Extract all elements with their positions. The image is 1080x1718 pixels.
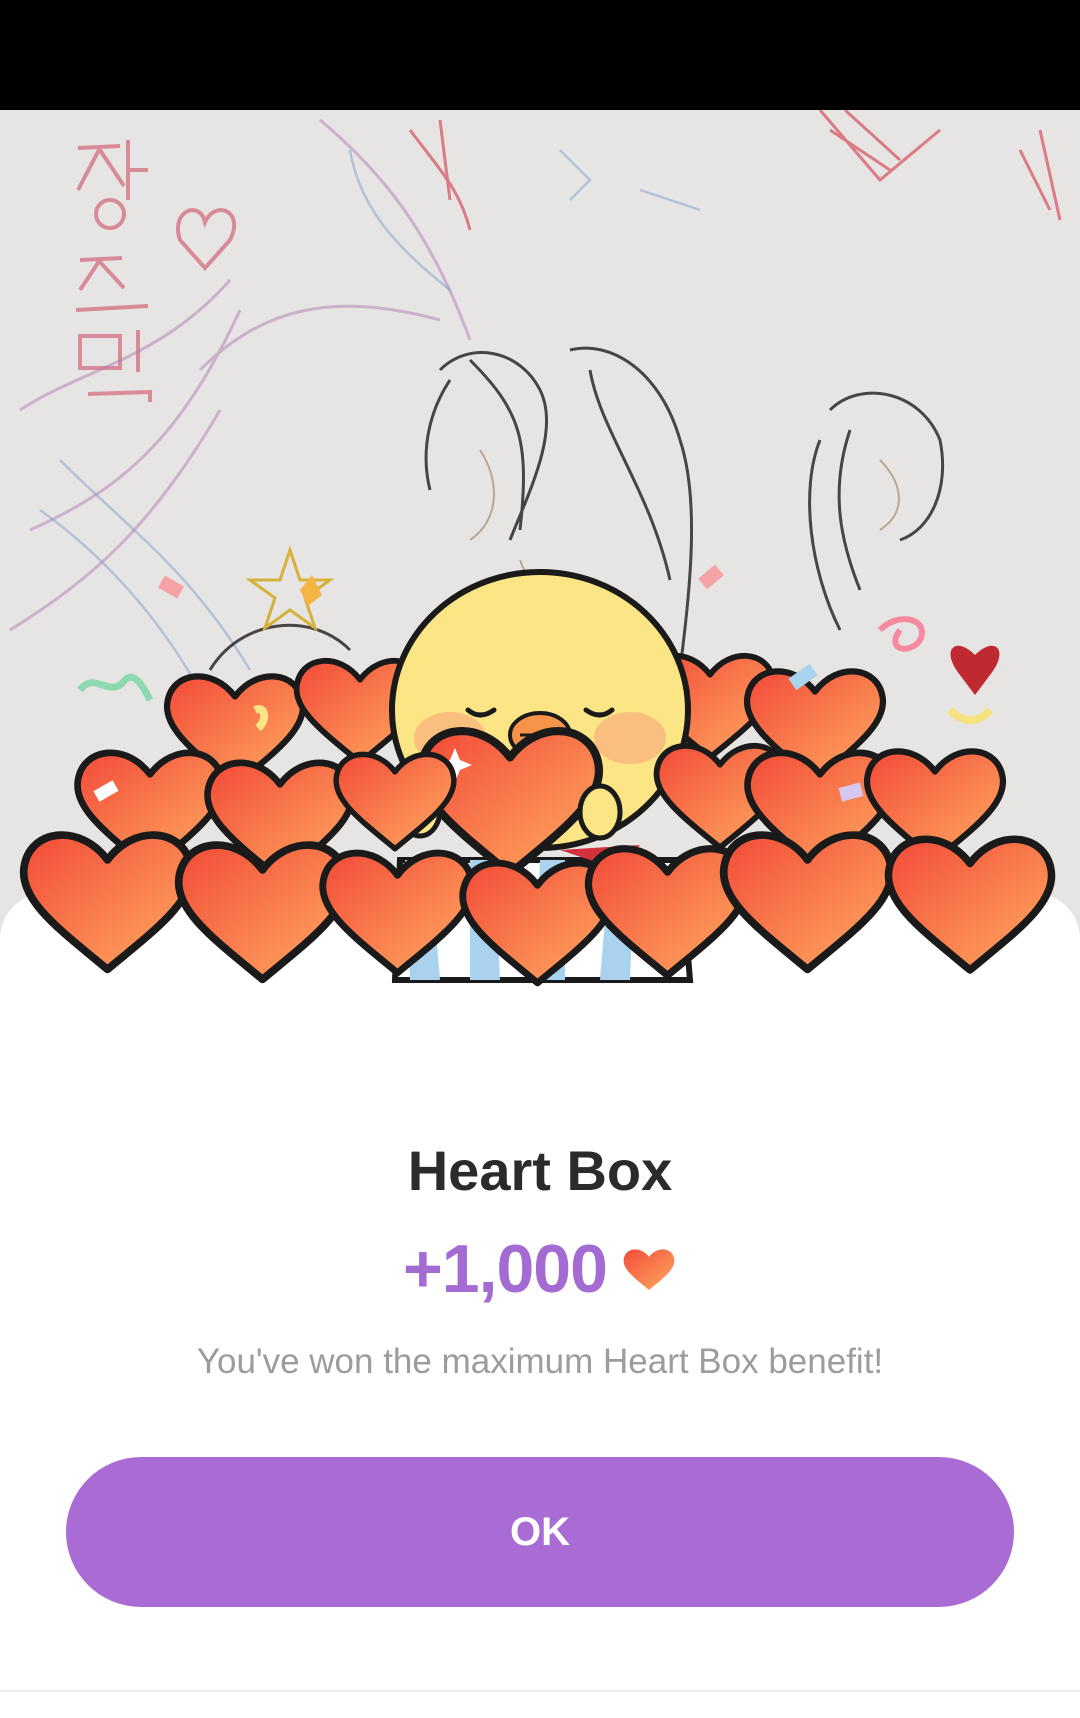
- bottom-divider: [0, 1690, 1080, 1692]
- reward-amount: +1,000: [403, 1231, 608, 1307]
- heart-front-2: [179, 845, 347, 979]
- app-screen: Heart Box +1,000 You've won the maximum …: [0, 0, 1080, 1718]
- heart-box-illustration: [0, 569, 1080, 1090]
- heart-mid-3: [336, 754, 454, 848]
- reward-row: +1,000: [0, 1230, 1080, 1308]
- status-bar: [0, 0, 1080, 110]
- heart-front-6: [724, 835, 892, 969]
- heart-front-7: [888, 839, 1051, 970]
- heart-front-1: [24, 835, 192, 969]
- dialog-title: Heart Box: [407, 1139, 673, 1202]
- ok-button[interactable]: OK: [66, 1457, 1014, 1607]
- dialog-description: You've won the maximum Heart Box benefit…: [196, 1342, 884, 1381]
- heart-icon: [623, 1249, 675, 1290]
